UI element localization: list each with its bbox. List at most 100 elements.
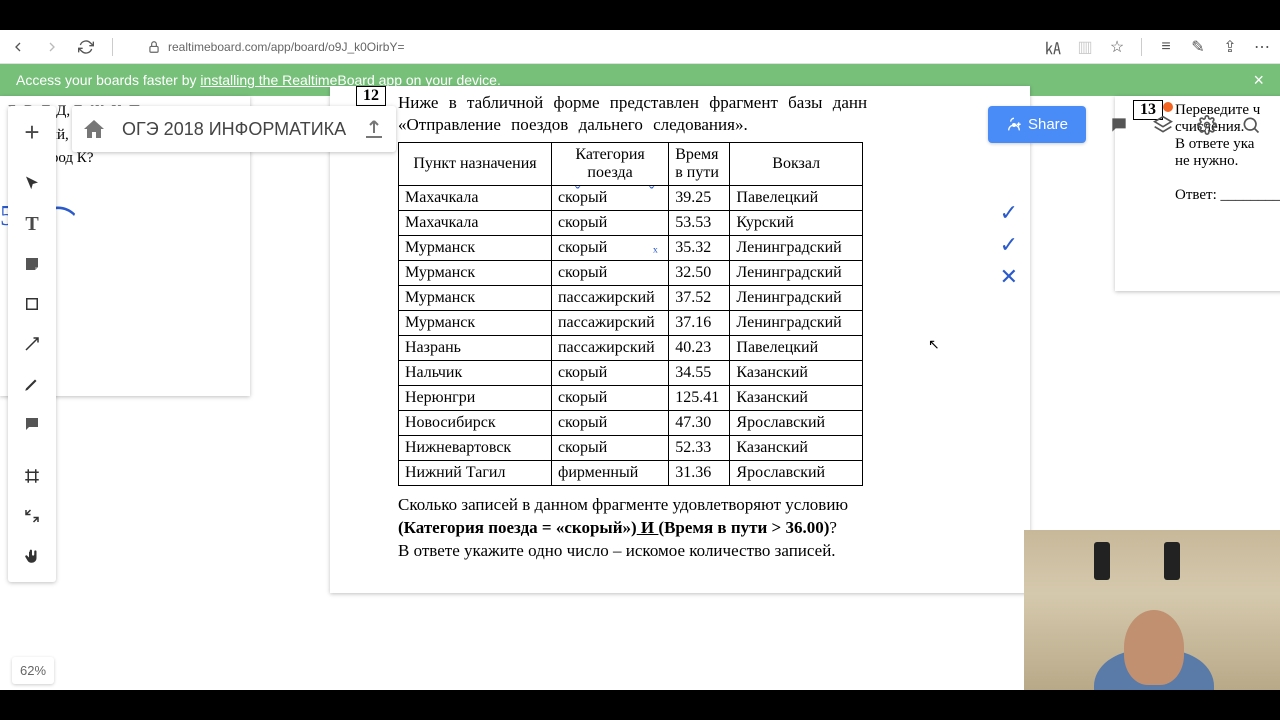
table-cell: 39.25: [669, 186, 730, 211]
train-table: Пункт назначения Категория поезда Время …: [398, 142, 863, 486]
chat-icon[interactable]: [1108, 114, 1130, 136]
translate-icon[interactable]: ㎄: [1045, 39, 1061, 55]
table-row: Нижневартовскскорый52.33Казанский: [399, 436, 863, 461]
table-cell: 47.30: [669, 411, 730, 436]
upload-icon[interactable]: [362, 117, 386, 141]
back-icon[interactable]: [10, 39, 26, 55]
table-cell: Казанский: [730, 436, 863, 461]
table-row: Новосибирскскорый47.30Ярославский: [399, 411, 863, 436]
forward-icon[interactable]: [44, 39, 60, 55]
fit-icon[interactable]: [12, 496, 52, 536]
cross-icon: ✕: [1000, 264, 1018, 288]
table-cell: Павелецкий: [730, 186, 863, 211]
check-icon: ✓: [1000, 232, 1018, 256]
table-cell: Ленинградский: [730, 261, 863, 286]
ink-check: ˇ: [649, 184, 654, 202]
table-cell: Мурманск: [399, 236, 552, 261]
col-destination: Пункт назначения: [399, 143, 552, 186]
ink-cross: ˣ: [653, 244, 658, 262]
question-number: 12: [356, 86, 386, 106]
search-icon[interactable]: [1240, 114, 1262, 136]
intro-text: Ниже в табличной форме представлен фрагм…: [398, 92, 970, 136]
table-cell: пассажирский: [551, 336, 668, 361]
table-cell: фирменный: [551, 461, 668, 486]
text-icon[interactable]: T: [12, 204, 52, 244]
table-cell: 37.52: [669, 286, 730, 311]
table-header-row: Пункт назначения Категория поезда Время …: [399, 143, 863, 186]
sticky-icon[interactable]: [12, 244, 52, 284]
table-cell: 53.53: [669, 211, 730, 236]
table-cell: Нижневартовск: [399, 436, 552, 461]
table-cell: 37.16: [669, 311, 730, 336]
notes-icon[interactable]: ✎: [1190, 39, 1206, 55]
layers-icon[interactable]: [1152, 114, 1174, 136]
left-toolbar: + T: [8, 106, 56, 582]
frames-icon[interactable]: [12, 456, 52, 496]
table-cell: Махачкала: [399, 211, 552, 236]
table-cell: скорый: [551, 261, 668, 286]
col-time: Время в пути: [669, 143, 730, 186]
shape-icon[interactable]: [12, 284, 52, 324]
table-cell: скорый: [551, 386, 668, 411]
home-icon[interactable]: [82, 117, 106, 141]
star-icon[interactable]: ☆: [1109, 39, 1125, 55]
table-cell: Мурманск: [399, 261, 552, 286]
table-cell: Ленинградский: [730, 286, 863, 311]
board-title[interactable]: ОГЭ 2018 ИНФОРМАТИКА: [122, 119, 346, 140]
table-cell: скорый: [551, 436, 668, 461]
board-header: ОГЭ 2018 ИНФОРМАТИКА: [72, 106, 396, 152]
frame-main[interactable]: 12 Ниже в табличной форме представлен фр…: [330, 86, 1030, 593]
table-row: Махачкаласкорый53.53Курский: [399, 211, 863, 236]
table-cell: Мурманск: [399, 311, 552, 336]
table-cell: скорый: [551, 236, 668, 261]
table-row: Мурманскпассажирский37.16Ленинградский: [399, 311, 863, 336]
add-icon[interactable]: +: [12, 112, 52, 152]
pen-icon[interactable]: [12, 364, 52, 404]
comment-icon[interactable]: [12, 404, 52, 444]
share-label: Share: [1028, 116, 1068, 133]
mouse-cursor-icon: ↖: [928, 336, 940, 353]
hub-icon[interactable]: ≡: [1158, 39, 1174, 55]
table-cell: Нерюнгри: [399, 386, 552, 411]
more-icon[interactable]: ⋯: [1254, 39, 1270, 55]
table-cell: Курский: [730, 211, 863, 236]
table-cell: 125.41: [669, 386, 730, 411]
share-icon[interactable]: ⇪: [1222, 39, 1238, 55]
table-cell: Ярославский: [730, 461, 863, 486]
banner-text-pre: Access your boards faster by: [16, 72, 200, 88]
share-button[interactable]: Share: [988, 106, 1086, 143]
table-cell: Ленинградский: [730, 311, 863, 336]
table-cell: скорый: [551, 211, 668, 236]
reader-icon[interactable]: ▥: [1077, 39, 1093, 55]
table-cell: 34.55: [669, 361, 730, 386]
table-cell: 31.36: [669, 461, 730, 486]
gear-icon[interactable]: [1196, 114, 1218, 136]
table-cell: скорый: [551, 361, 668, 386]
table-cell: 32.50: [669, 261, 730, 286]
zoom-level[interactable]: 62%: [12, 657, 54, 684]
table-cell: пассажирский: [551, 311, 668, 336]
address-bar[interactable]: realtimeboard.com/app/board/o9J_k0OirbY=: [146, 39, 1027, 55]
browser-toolbar: realtimeboard.com/app/board/o9J_k0OirbY=…: [0, 30, 1280, 64]
hand-icon[interactable]: [12, 536, 52, 576]
refresh-icon[interactable]: [78, 39, 94, 55]
table-row: Махачкаласкорый39.25Павелецкий: [399, 186, 863, 211]
check-annotations: ✓ ✓ ✕: [1000, 200, 1018, 288]
cursor-icon[interactable]: [12, 164, 52, 204]
top-right-controls: Share: [988, 106, 1262, 143]
table-cell: Новосибирск: [399, 411, 552, 436]
arrow-icon[interactable]: [12, 324, 52, 364]
table-cell: Нижний Тагил: [399, 461, 552, 486]
url-text: realtimeboard.com/app/board/o9J_k0OirbY=: [168, 40, 404, 54]
table-cell: Казанский: [730, 361, 863, 386]
table-cell: 35.32: [669, 236, 730, 261]
table-row: Нижний Тагилфирменный31.36Ярославский: [399, 461, 863, 486]
webcam-overlay: [1024, 530, 1280, 690]
table-row: Нальчикскорый34.55Казанский: [399, 361, 863, 386]
close-icon[interactable]: ×: [1253, 70, 1264, 91]
table-cell: Казанский: [730, 386, 863, 411]
text-line: не нужно.: [1175, 153, 1280, 170]
board-canvas[interactable]: ОГЭ 2018 ИНФОРМАТИКА Share + T: [0, 96, 1280, 690]
table-cell: Ярославский: [730, 411, 863, 436]
answer-line: Ответ: ________: [1175, 187, 1280, 204]
